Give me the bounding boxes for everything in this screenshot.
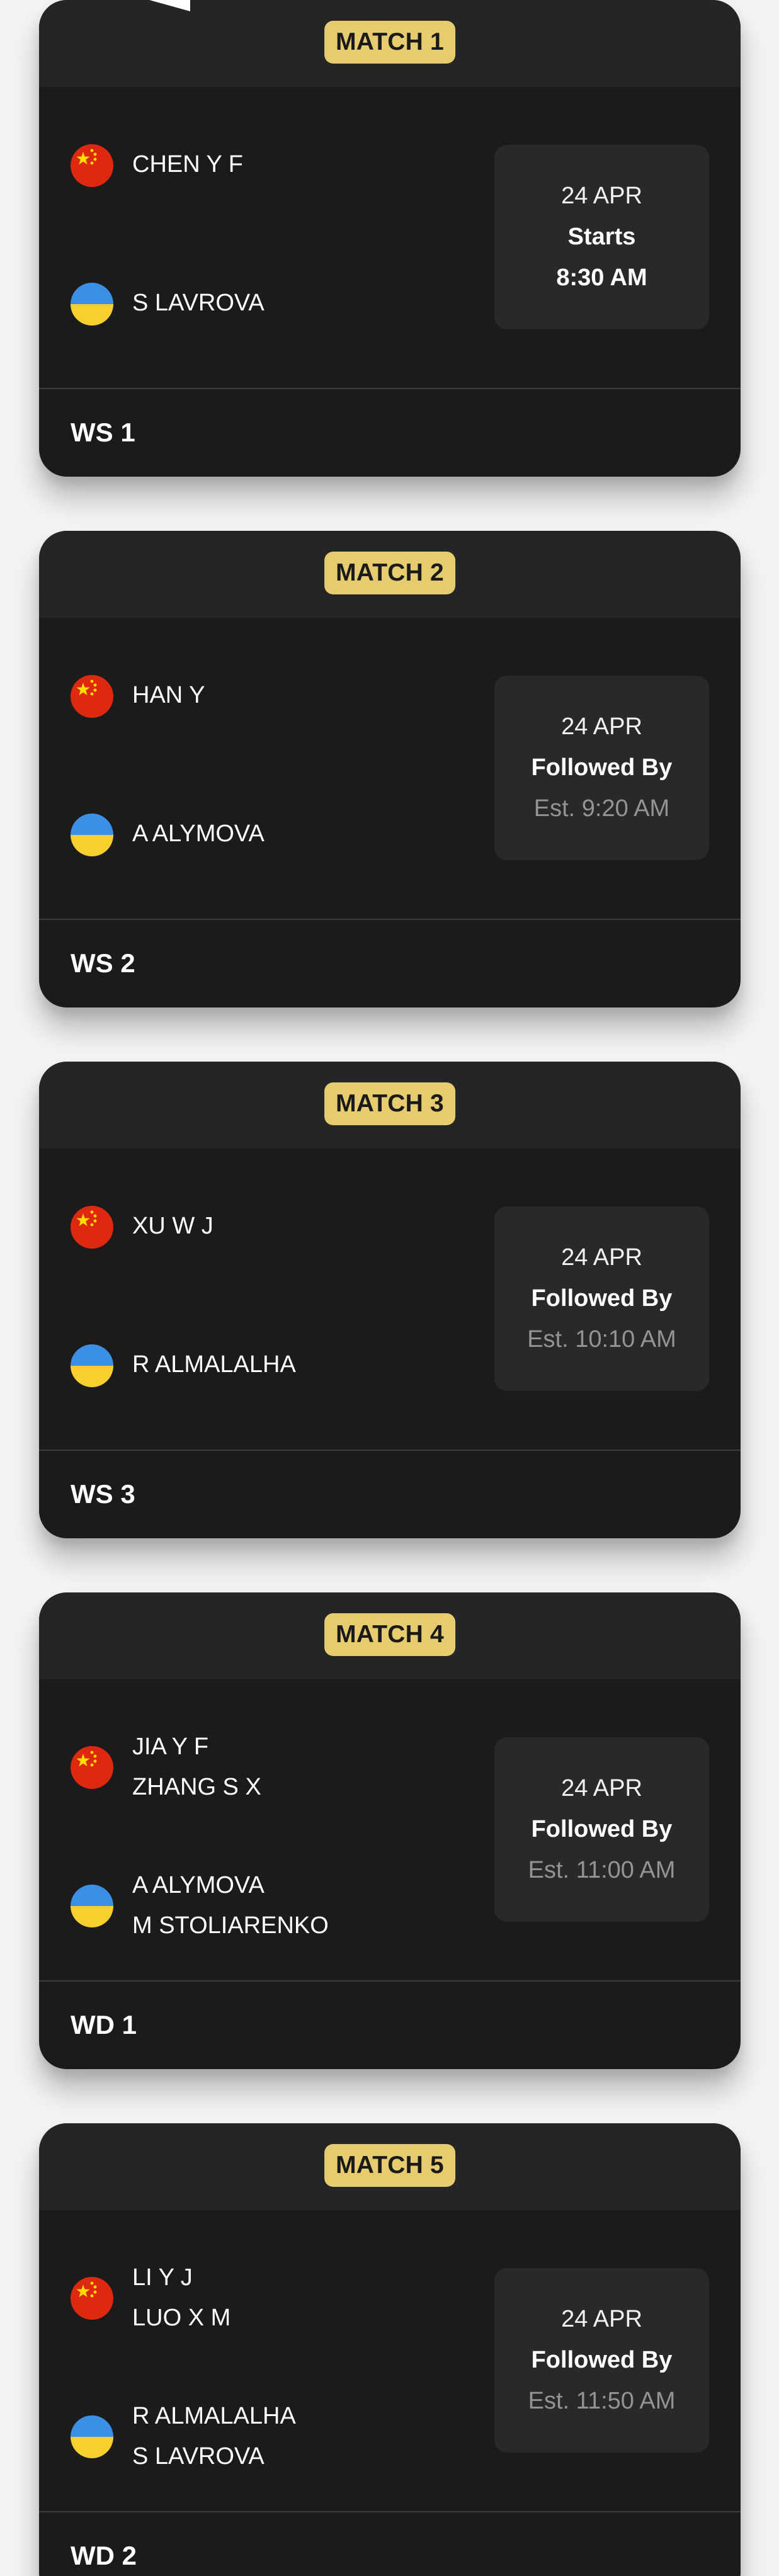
china-flag-icon — [71, 1206, 113, 1249]
card-divider — [39, 2511, 741, 2512]
player-name: S LAVROVA — [132, 290, 264, 316]
match-card-header: MATCH 4 — [39, 1592, 741, 1679]
team-row-away: A ALYMOVA M STOLIARENKO — [71, 1865, 480, 1941]
match-card-4[interactable]: MATCH 4 JIA Y F ZHANG S X A ALYMOVA M STOL… — [39, 1592, 741, 2069]
match-time: 8:30 AM — [556, 264, 647, 291]
match-card-1[interactable]: MATCH 1 CHEN Y F S LAVROVA 24 APR Starts… — [39, 0, 741, 477]
schedule-box: 24 APR Followed By Est. 11:00 AM — [494, 1737, 709, 1922]
player-name: LUO X M — [132, 2305, 231, 2331]
player-name: JIA Y F — [132, 1733, 209, 1760]
event-label: WS 3 — [71, 1479, 135, 1509]
match-date: 24 APR — [561, 1775, 642, 1801]
ukraine-flag-icon — [71, 1344, 113, 1387]
schedule-box: 24 APR Followed By Est. 11:50 AM — [494, 2268, 709, 2453]
team-row-away: R ALMALALHA — [71, 1344, 480, 1420]
card-divider — [39, 1450, 741, 1451]
match-status: Followed By — [531, 1285, 673, 1312]
player-name: A ALYMOVA — [132, 820, 264, 847]
match-teams: HAN Y A ALYMOVA — [71, 618, 480, 919]
match-time: Est. 11:00 AM — [528, 1857, 676, 1883]
ukraine-flag-icon — [71, 814, 113, 856]
match-number-badge: MATCH 2 — [324, 552, 455, 594]
event-label: WS 2 — [71, 948, 135, 978]
player-name: A ALYMOVA — [132, 1872, 264, 1898]
home-players: HAN Y — [132, 675, 472, 715]
home-players: CHEN Y F — [132, 144, 472, 184]
team-row-home: CHEN Y F — [71, 144, 480, 220]
schedule-box: 24 APR Followed By Est. 10:10 AM — [494, 1206, 709, 1391]
match-status: Followed By — [531, 2347, 673, 2373]
event-label: WD 1 — [71, 2010, 137, 2040]
match-date: 24 APR — [561, 1244, 642, 1271]
match-teams: LI Y J LUO X M R ALMALALHA S LAVROVA — [71, 2210, 480, 2511]
ukraine-flag-icon — [71, 2415, 113, 2458]
card-divider — [39, 1980, 741, 1982]
match-time: Est. 10:10 AM — [527, 1326, 676, 1353]
match-date: 24 APR — [561, 713, 642, 740]
away-players: S LAVROVA — [132, 283, 472, 323]
event-label: WS 1 — [71, 417, 135, 447]
ukraine-flag-icon — [71, 283, 113, 326]
card-divider — [39, 388, 741, 389]
match-date: 24 APR — [561, 2306, 642, 2332]
player-name: R ALMALALHA — [132, 1351, 296, 1378]
match-time: Est. 11:50 AM — [528, 2388, 676, 2414]
match-time: Est. 9:20 AM — [533, 795, 670, 822]
china-flag-icon — [71, 144, 113, 187]
match-card-2[interactable]: MATCH 2 HAN Y A ALYMOVA 24 APR Followed … — [39, 531, 741, 1007]
match-status: Starts — [567, 224, 636, 250]
china-flag-icon — [71, 1746, 113, 1789]
player-name: LI Y J — [132, 2264, 193, 2291]
match-date: 24 APR — [561, 183, 642, 209]
match-number-badge: MATCH 1 — [324, 21, 455, 64]
player-name: CHEN Y F — [132, 151, 243, 178]
home-players: XU W J — [132, 1206, 472, 1246]
player-name: M STOLIARENKO — [132, 1912, 329, 1939]
match-card-header: MATCH 2 — [39, 531, 741, 618]
schedule-box: 24 APR Followed By Est. 9:20 AM — [494, 676, 709, 860]
match-card-5[interactable]: MATCH 5 LI Y J LUO X M R ALMALALHA S LAVRO… — [39, 2123, 741, 2576]
match-schedule-page: MATCH 1 CHEN Y F S LAVROVA 24 APR Starts… — [0, 0, 779, 2576]
team-row-away: S LAVROVA — [71, 283, 480, 358]
team-row-away: R ALMALALHA S LAVROVA — [71, 2396, 480, 2471]
match-number-badge: MATCH 5 — [324, 2144, 455, 2187]
match-number-badge: MATCH 3 — [324, 1082, 455, 1125]
ukraine-flag-icon — [71, 1885, 113, 1927]
away-players: R ALMALALHA — [132, 1344, 472, 1385]
match-status: Followed By — [531, 754, 673, 781]
match-card-header: MATCH 5 — [39, 2123, 741, 2210]
player-name: ZHANG S X — [132, 1774, 261, 1800]
schedule-box: 24 APR Starts 8:30 AM — [494, 145, 709, 329]
match-card-header: MATCH 1 — [39, 0, 741, 87]
card-divider — [39, 919, 741, 920]
china-flag-icon — [71, 2277, 113, 2320]
china-flag-icon — [71, 675, 113, 718]
away-players: A ALYMOVA M STOLIARENKO — [132, 1865, 472, 1946]
home-players: JIA Y F ZHANG S X — [132, 1727, 472, 1807]
match-teams: XU W J R ALMALALHA — [71, 1149, 480, 1450]
match-teams: JIA Y F ZHANG S X A ALYMOVA M STOLIARENKO — [71, 1679, 480, 1980]
away-players: R ALMALALHA S LAVROVA — [132, 2396, 472, 2477]
player-name: R ALMALALHA — [132, 2403, 296, 2429]
team-row-home: HAN Y — [71, 675, 480, 751]
player-name: HAN Y — [132, 682, 205, 708]
player-name: XU W J — [132, 1213, 213, 1239]
home-players: LI Y J LUO X M — [132, 2257, 472, 2338]
corner-mark — [145, 0, 190, 11]
team-row-home: JIA Y F ZHANG S X — [71, 1727, 480, 1802]
event-label: WD 2 — [71, 2541, 137, 2570]
match-card-header: MATCH 3 — [39, 1062, 741, 1149]
match-card-3[interactable]: MATCH 3 XU W J R ALMALALHA 24 APR Follow… — [39, 1062, 741, 1538]
team-row-home: XU W J — [71, 1206, 480, 1281]
team-row-home: LI Y J LUO X M — [71, 2257, 480, 2333]
team-row-away: A ALYMOVA — [71, 814, 480, 889]
match-status: Followed By — [531, 1816, 673, 1842]
player-name: S LAVROVA — [132, 2443, 264, 2470]
match-number-badge: MATCH 4 — [324, 1613, 455, 1656]
away-players: A ALYMOVA — [132, 814, 472, 854]
match-teams: CHEN Y F S LAVROVA — [71, 87, 480, 388]
